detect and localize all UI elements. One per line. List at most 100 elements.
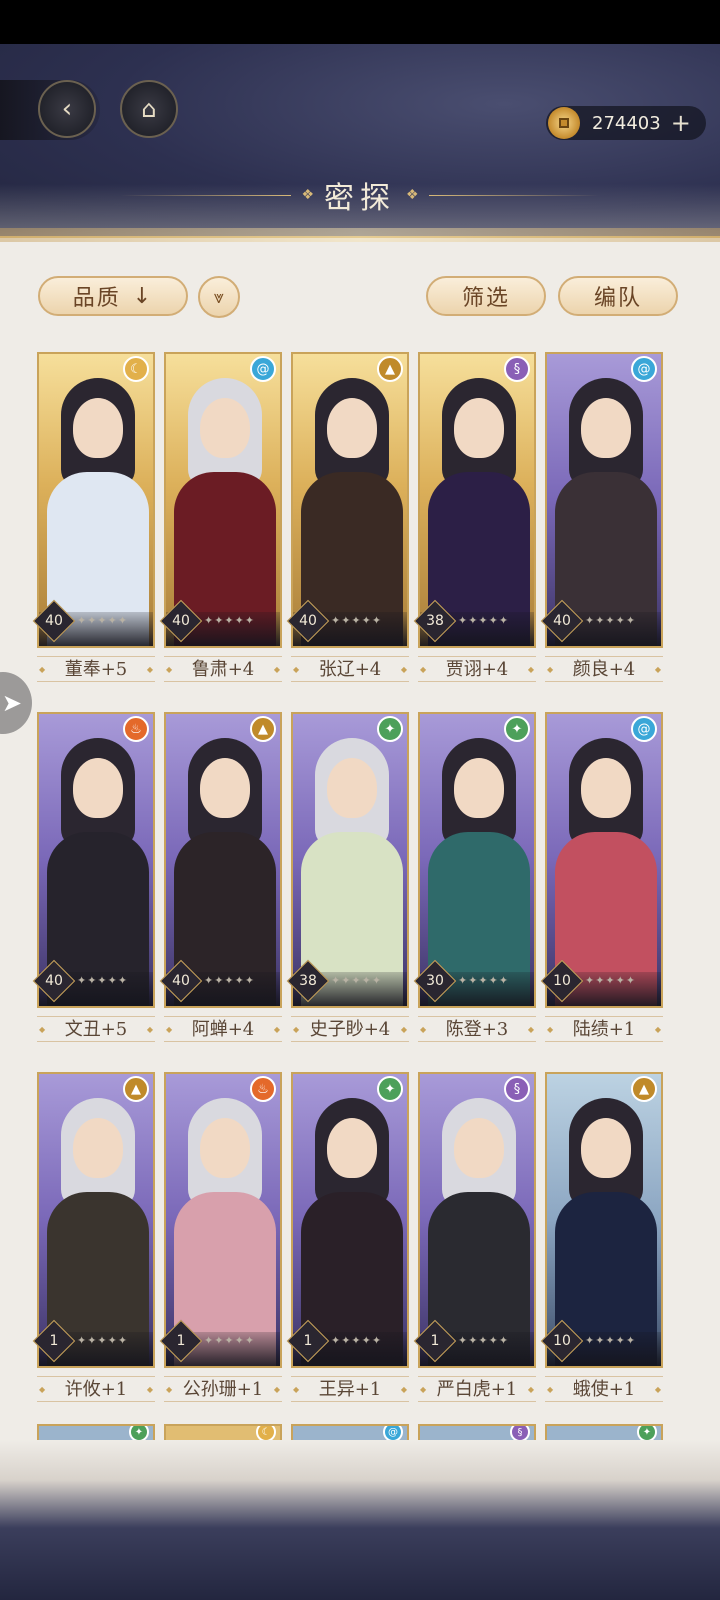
face (581, 1118, 631, 1178)
mountain-element-icon: ▲ (631, 1076, 657, 1102)
face (73, 758, 123, 818)
team-button[interactable]: 编队 (558, 276, 678, 316)
level-number: 30 (426, 973, 444, 989)
paper-plane-icon: ➤ (1, 689, 22, 717)
back-arrow-icon: ‹ (61, 94, 73, 124)
character-card[interactable]: ♨ 40 ✦✦✦✦✦ 文丑+5 (32, 712, 155, 1043)
character-name: 史子眇+4 (291, 1016, 409, 1043)
face (581, 398, 631, 458)
sort-label: 品质 (72, 286, 121, 311)
character-name: 陈登+3 (418, 1016, 536, 1043)
star-rating: ✦✦✦✦✦ (585, 1334, 637, 1347)
team-label: 编队 (593, 286, 642, 311)
face (327, 398, 377, 458)
face (200, 758, 250, 818)
star-rating: ✦✦✦✦✦ (77, 614, 129, 627)
leaf-element-icon: ✦ (377, 1076, 403, 1102)
title-divider-right (428, 194, 599, 196)
character-name: 鲁肃+4 (164, 656, 282, 683)
star-rating: ✦✦✦✦✦ (77, 1334, 129, 1347)
face (73, 1118, 123, 1178)
character-name: 严白虎+1 (418, 1376, 536, 1403)
page-header: ❖ 密探 ❖ (0, 170, 720, 220)
mountain-element-icon: ▲ (377, 356, 403, 382)
star-rating: ✦✦✦✦✦ (331, 974, 383, 987)
star-rating: ✦✦✦✦✦ (585, 614, 637, 627)
status-bar (0, 0, 720, 44)
level-number: 40 (299, 613, 317, 629)
wind-element-icon: @ (250, 356, 276, 382)
level-number: 1 (303, 1333, 313, 1349)
home-button[interactable]: ⌂ (120, 80, 178, 138)
character-name: 蛾使+1 (545, 1376, 663, 1403)
footer-background (0, 1440, 720, 1600)
character-card[interactable]: ▲ 1 ✦✦✦✦✦ 许攸+1 (32, 1072, 155, 1403)
character-name: 许攸+1 (37, 1376, 155, 1403)
page-title: 密探 (324, 181, 396, 216)
character-card[interactable]: ▲ 40 ✦✦✦✦✦ 张辽+4 (286, 352, 409, 683)
cloud-element-icon: § (504, 1076, 530, 1102)
sort-quality-button[interactable]: 品质 ↓ (38, 276, 188, 316)
character-card[interactable]: § 1 ✦✦✦✦✦ 严白虎+1 (413, 1072, 536, 1403)
wind-element-icon: @ (631, 356, 657, 382)
mountain-element-icon: ▲ (123, 1076, 149, 1102)
fire-element-icon: ♨ (123, 716, 149, 742)
star-rating: ✦✦✦✦✦ (204, 614, 256, 627)
level-number: 1 (176, 1333, 186, 1349)
character-name: 董奉+5 (37, 656, 155, 683)
character-card[interactable]: @ 10 ✦✦✦✦✦ 陆绩+1 (540, 712, 663, 1043)
star-rating: ✦✦✦✦✦ (458, 1334, 510, 1347)
character-card[interactable]: ✦ 30 ✦✦✦✦✦ 陈登+3 (413, 712, 536, 1043)
star-rating: ✦✦✦✦✦ (77, 974, 129, 987)
face (73, 398, 123, 458)
star-rating: ✦✦✦✦✦ (458, 974, 510, 987)
face (200, 1118, 250, 1178)
plus-icon[interactable]: + (671, 109, 691, 137)
mountain-element-icon: ▲ (250, 716, 276, 742)
face (327, 1118, 377, 1178)
character-name: 文丑+5 (37, 1016, 155, 1043)
level-number: 10 (553, 1333, 571, 1349)
character-name: 颜良+4 (545, 656, 663, 683)
back-button[interactable]: ‹ (38, 80, 96, 138)
filter-label: 筛选 (461, 286, 510, 311)
character-card[interactable]: @ 40 ✦✦✦✦✦ 颜良+4 (540, 352, 663, 683)
level-number: 38 (299, 973, 317, 989)
character-card[interactable]: ▲ 10 ✦✦✦✦✦ 蛾使+1 (540, 1072, 663, 1403)
title-divider-left (121, 194, 292, 196)
character-name: 陆绩+1 (545, 1016, 663, 1043)
face (581, 758, 631, 818)
face (454, 398, 504, 458)
level-number: 40 (553, 613, 571, 629)
level-number: 38 (426, 613, 444, 629)
leaf-element-icon: ✦ (504, 716, 530, 742)
chevron-down-icon: ⩔ (213, 286, 225, 308)
cloud-element-icon: § (504, 356, 530, 382)
sort-direction-button[interactable]: ⩔ (198, 276, 240, 318)
level-number: 40 (45, 613, 63, 629)
character-card[interactable]: ▲ 40 ✦✦✦✦✦ 阿蝉+4 (159, 712, 282, 1043)
wind-element-icon: @ (631, 716, 657, 742)
level-number: 10 (553, 973, 571, 989)
pavilion-icon: ⌂ (141, 95, 157, 123)
level-number: 40 (172, 973, 190, 989)
character-card[interactable]: ☾ 40 ✦✦✦✦✦ 董奉+5 (32, 352, 155, 683)
level-number: 40 (172, 613, 190, 629)
face (200, 398, 250, 458)
character-card[interactable]: ✦ 38 ✦✦✦✦✦ 史子眇+4 (286, 712, 409, 1043)
level-number: 40 (45, 973, 63, 989)
star-rating: ✦✦✦✦✦ (331, 614, 383, 627)
sort-arrow-icon: ↓ (132, 283, 154, 309)
fire-element-icon: ♨ (250, 1076, 276, 1102)
leaf-element-icon: ✦ (377, 716, 403, 742)
level-number: 1 (430, 1333, 440, 1349)
star-rating: ✦✦✦✦✦ (458, 614, 510, 627)
face (454, 1118, 504, 1178)
character-card[interactable]: ♨ 1 ✦✦✦✦✦ 公孙珊+1 (159, 1072, 282, 1403)
character-card[interactable]: @ 40 ✦✦✦✦✦ 鲁肃+4 (159, 352, 282, 683)
character-card[interactable]: § 38 ✦✦✦✦✦ 贾诩+4 (413, 352, 536, 683)
currency-display: 274403 + (546, 106, 706, 140)
ornament-icon: ❖ (406, 187, 419, 203)
character-card[interactable]: ✦ 1 ✦✦✦✦✦ 王异+1 (286, 1072, 409, 1403)
filter-button[interactable]: 筛选 (426, 276, 546, 316)
